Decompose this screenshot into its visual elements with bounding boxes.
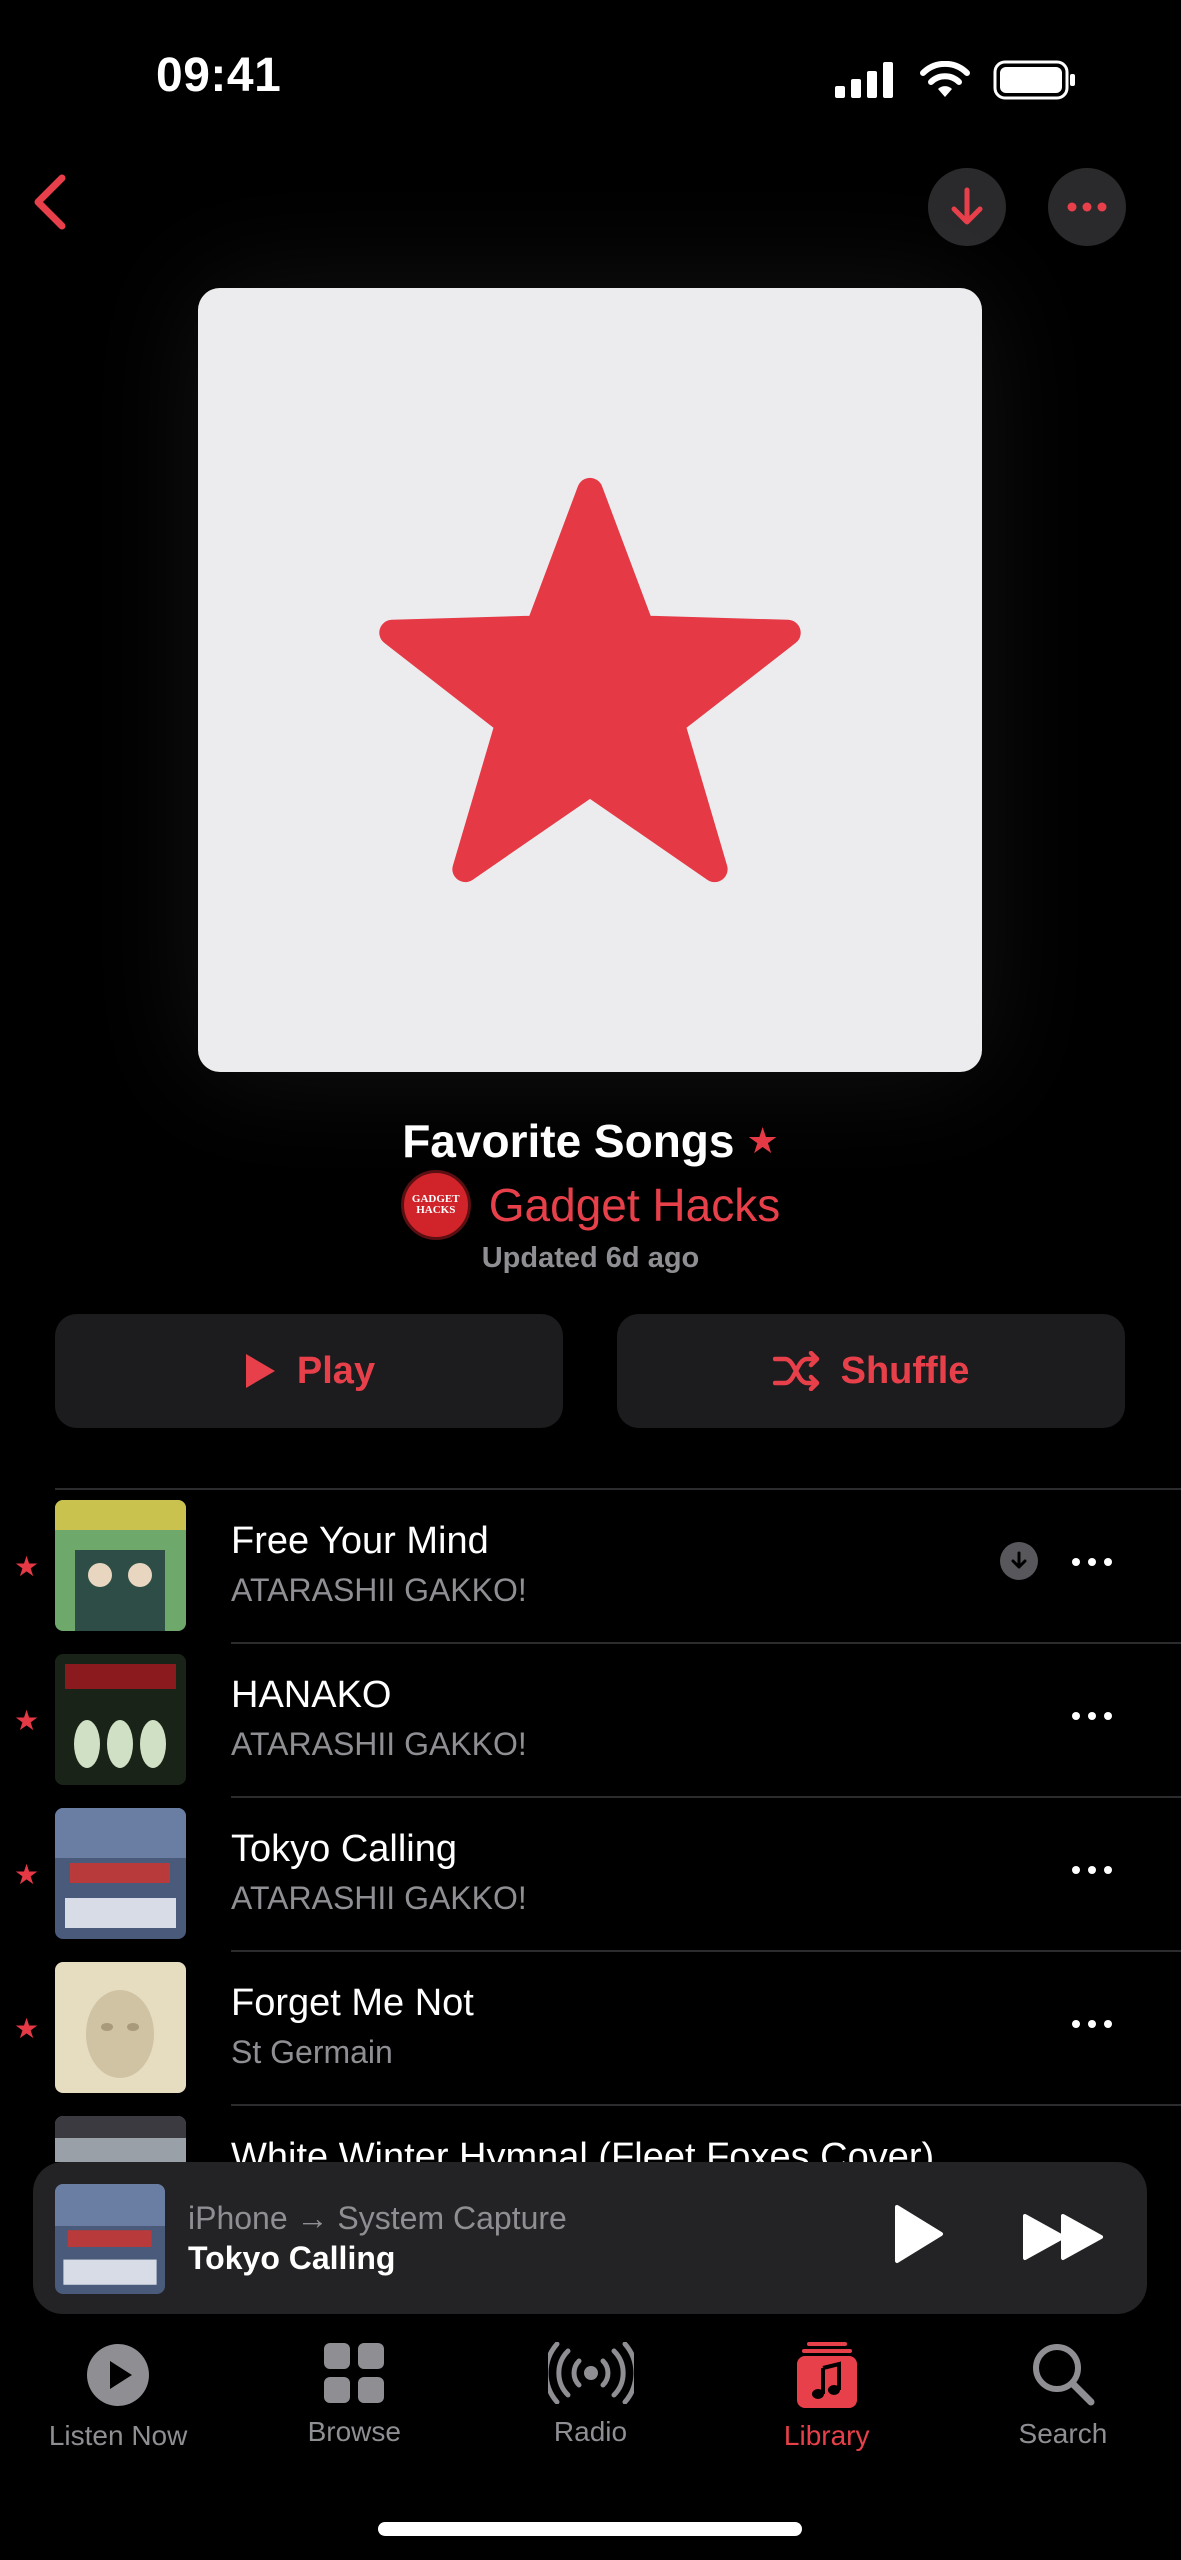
status-icons xyxy=(835,60,1077,100)
song-title: HANAKO xyxy=(231,1674,392,1716)
now-playing-title: Tokyo Calling xyxy=(188,2240,396,2276)
song-more-button[interactable] xyxy=(1072,1552,1112,1572)
tab-label: Listen Now xyxy=(48,2420,188,2451)
tab-listen-now[interactable]: Listen Now xyxy=(0,2330,236,2470)
favorite-star-icon: ★ xyxy=(14,1859,40,1890)
play-button[interactable]: Play xyxy=(55,1314,563,1428)
play-circle-icon xyxy=(87,2344,150,2406)
curator-name[interactable]: Gadget Hacks xyxy=(489,1178,780,1232)
song-row[interactable]: ★ Forget Me Not St Germain xyxy=(0,1952,1181,2106)
fast-forward-icon xyxy=(1023,2214,1103,2260)
curator-avatar: GADGET HACKS xyxy=(400,1170,471,1240)
tab-library[interactable]: Library xyxy=(709,2330,945,2470)
radio-icon xyxy=(547,2342,634,2404)
playlist-artwork xyxy=(198,288,982,1072)
playlist-title-text: Favorite Songs xyxy=(402,1115,735,1167)
music-note-icon xyxy=(796,2342,857,2408)
song-artist: St Germain xyxy=(231,2034,393,2070)
song-more-button[interactable] xyxy=(1072,2014,1112,2034)
favorite-star-icon: ★ xyxy=(746,1120,779,1161)
ellipsis-icon xyxy=(1067,202,1107,212)
chevron-left-icon xyxy=(34,174,66,230)
status-time: 09:41 xyxy=(156,49,282,102)
song-more-button[interactable] xyxy=(1072,1706,1112,1726)
back-button[interactable] xyxy=(30,172,90,244)
album-artwork xyxy=(55,1808,186,1939)
tab-label: Radio xyxy=(553,2416,628,2447)
favorite-star-icon: ★ xyxy=(14,1705,40,1736)
song-artist: ATARASHII GAKKO! xyxy=(231,1880,527,1916)
grid-icon xyxy=(324,2343,385,2403)
song-more-button[interactable] xyxy=(1072,1860,1112,1880)
favorite-star-icon: ★ xyxy=(14,1551,40,1582)
search-icon xyxy=(1032,2344,1095,2406)
shuffle-icon xyxy=(772,1351,819,1391)
song-title: White Winter Hymnal (Fleet Foxes Cover) xyxy=(231,2136,935,2162)
play-button-label: Play xyxy=(296,1349,376,1392)
tab-label: Library xyxy=(783,2420,870,2451)
playlist-title: Favorite Songs ★ xyxy=(0,1114,1181,1168)
song-title: Free Your Mind xyxy=(231,1520,489,1562)
battery-icon xyxy=(993,60,1075,100)
album-artwork xyxy=(55,1962,186,2093)
tab-search[interactable]: Search xyxy=(945,2330,1181,2470)
song-row[interactable]: ★ Free Your Mind ATARASHII GAKKO! xyxy=(0,1490,1181,1644)
album-artwork xyxy=(55,2116,186,2162)
arrow-down-icon xyxy=(951,187,983,225)
download-button[interactable] xyxy=(928,168,1006,246)
more-options-button[interactable] xyxy=(1048,168,1126,246)
mini-player-artwork xyxy=(55,2184,165,2294)
tab-label: Search xyxy=(1018,2418,1108,2449)
wifi-icon xyxy=(920,61,970,97)
song-artist: ATARASHII GAKKO! xyxy=(231,1726,527,1762)
mini-play-button[interactable] xyxy=(893,2204,945,2269)
album-artwork xyxy=(55,1500,186,1631)
song-artist: ATARASHII GAKKO! xyxy=(231,1572,527,1608)
mini-player[interactable]: iPhone → System Capture Tokyo Calling xyxy=(33,2162,1147,2314)
song-row[interactable]: ★ Tokyo Calling ATARASHII GAKKO! xyxy=(0,1798,1181,1952)
tab-label: Browse xyxy=(307,2416,401,2447)
play-icon xyxy=(245,1354,275,1388)
song-row[interactable]: ★ White Winter Hymnal (Fleet Foxes Cover… xyxy=(0,2106,1181,2162)
song-title: Forget Me Not xyxy=(231,1982,474,2024)
favorite-star-icon: ★ xyxy=(14,2013,40,2044)
downloaded-icon xyxy=(1000,1542,1038,1580)
tab-radio[interactable]: Radio xyxy=(472,2330,708,2470)
curator[interactable]: GADGET HACKS Gadget Hacks xyxy=(0,1170,1181,1240)
airplay-route: iPhone → System Capture xyxy=(188,2200,567,2236)
tab-bar: Listen Now Browse Radio Library Search xyxy=(0,2330,1181,2470)
play-icon xyxy=(895,2205,943,2263)
shuffle-button[interactable]: Shuffle xyxy=(617,1314,1125,1428)
home-indicator[interactable] xyxy=(378,2522,802,2536)
updated-label: Updated 6d ago xyxy=(481,1242,700,1274)
signal-icon xyxy=(835,62,893,98)
album-artwork xyxy=(55,1654,186,1785)
song-title: Tokyo Calling xyxy=(231,1828,457,1870)
song-row[interactable]: ★ HANAKO ATARASHII GAKKO! xyxy=(0,1644,1181,1798)
tab-browse[interactable]: Browse xyxy=(236,2330,472,2470)
shuffle-button-label: Shuffle xyxy=(840,1349,970,1392)
mini-forward-button[interactable] xyxy=(1021,2212,1107,2267)
star-icon xyxy=(379,477,801,883)
